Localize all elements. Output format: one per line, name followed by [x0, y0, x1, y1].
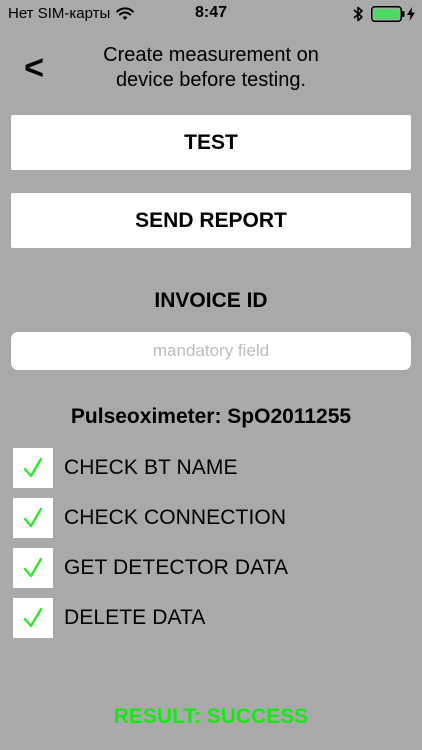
checkmark-icon: [23, 607, 43, 628]
checkbox[interactable]: [13, 548, 53, 588]
checklist-item-delete-data: DELETE DATA: [13, 598, 413, 638]
charging-bolt-icon: [407, 7, 415, 21]
checklist-item-get-detector-data: GET DETECTOR DATA: [13, 548, 413, 588]
invoice-id-label: INVOICE ID: [154, 289, 268, 312]
checklist-item-label: GET DETECTOR DATA: [64, 556, 289, 579]
test-button[interactable]: TEST: [11, 115, 411, 170]
back-button[interactable]: <: [16, 48, 52, 88]
instruction-line-2: device before testing.: [115, 69, 307, 91]
checklist-item-check-connection: CHECK CONNECTION: [13, 498, 413, 538]
checkbox[interactable]: [13, 598, 53, 638]
checklist-item-check-bt-name: CHECK BT NAME: [13, 448, 413, 488]
checkbox[interactable]: [13, 498, 53, 538]
bluetooth-icon: [353, 6, 363, 22]
battery-icon: [371, 6, 405, 22]
device-label: Pulseoximeter: SpO2011255: [70, 405, 352, 428]
instruction-text: Create measurement on device before test…: [60, 43, 362, 93]
send-report-button[interactable]: SEND REPORT: [11, 193, 411, 248]
checklist-item-label: CHECK BT NAME: [64, 456, 238, 479]
checkmark-icon: [23, 457, 43, 478]
checklist-item-label: CHECK CONNECTION: [64, 506, 287, 529]
instruction-line-1: Create measurement on: [103, 44, 319, 66]
result-status: RESULT: SUCCESS: [113, 705, 309, 728]
checkmark-icon: [23, 507, 43, 528]
invoice-id-input[interactable]: [11, 332, 411, 370]
checklist-item-label: DELETE DATA: [64, 606, 206, 629]
status-bar: Нет SIM-карты 8:47: [0, 0, 422, 28]
checkbox[interactable]: [13, 448, 53, 488]
checkmark-icon: [23, 557, 43, 578]
